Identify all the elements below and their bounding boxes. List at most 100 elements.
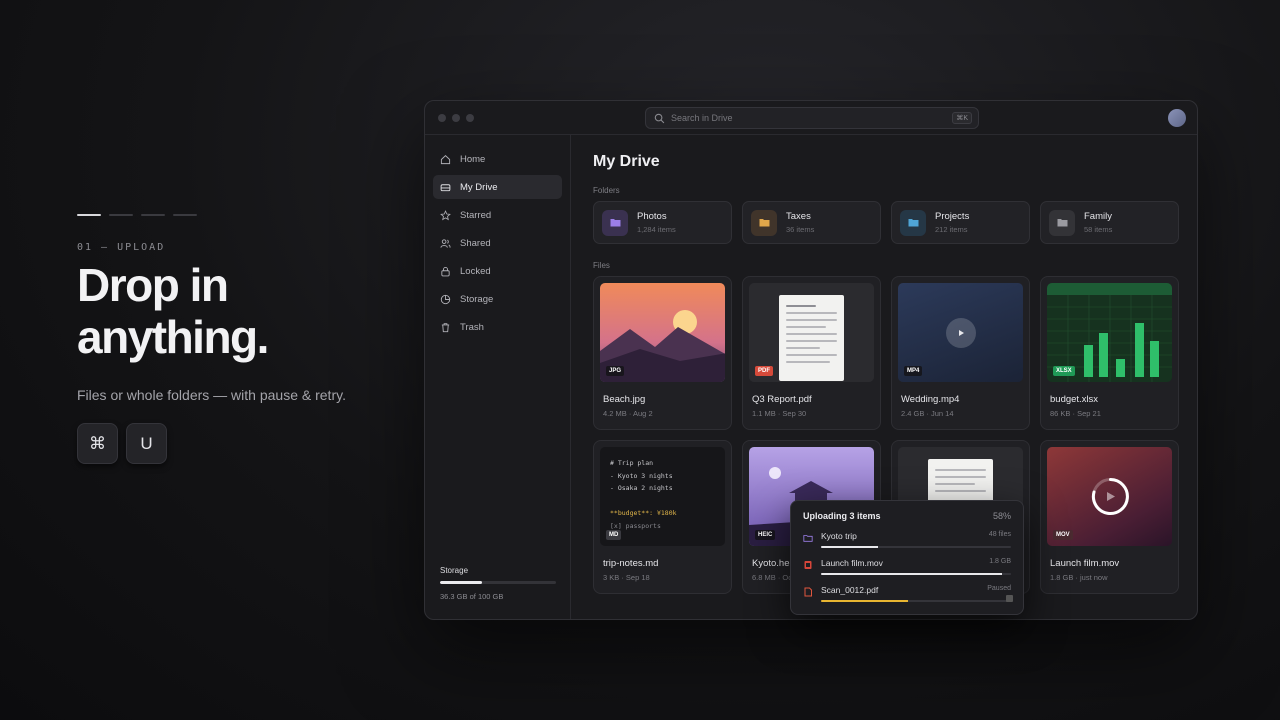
file-name: budget.xlsx [1050, 394, 1099, 405]
upload-percent: 58% [992, 511, 1011, 521]
file-card-trip-notes[interactable]: # Trip plan - Kyoto 3 nights - Osaka 2 n… [593, 440, 732, 594]
file-thumbnail: MOV [1047, 447, 1172, 546]
command-key: ⌘ [77, 423, 118, 464]
upload-item-launch-film[interactable]: Launch film.mov 1.8 GB [803, 558, 1011, 575]
file-card-budget[interactable]: XLSX budget.xlsx 86 KB · Sep 21 [1040, 276, 1179, 430]
folder-card-taxes[interactable]: Taxes 36 items [742, 201, 881, 244]
file-name: Q3 Report.pdf [752, 394, 812, 405]
upload-item-scan[interactable]: Scan_0012.pdf Paused [803, 585, 1011, 602]
folder-meta: 1,284 items [637, 225, 676, 234]
minimize-window-button[interactable] [452, 114, 460, 122]
upload-item-name: Launch film.mov [821, 558, 883, 568]
storage-meter[interactable]: Storage 36.3 GB of 100 GB [440, 566, 556, 601]
file-meta: 4.2 MB · Aug 2 [603, 409, 653, 418]
maximize-window-button[interactable] [466, 114, 474, 122]
upload-progress-bar [821, 573, 1011, 575]
film-icon [804, 561, 812, 569]
folder-icon [803, 535, 813, 542]
folder-card-projects[interactable]: Projects 212 items [891, 201, 1030, 244]
file-type-badge: JPG [606, 366, 625, 376]
file-meta: 2.4 GB · Jun 14 [901, 409, 954, 418]
file-thumbnail: PDF [749, 283, 874, 382]
file-card-wedding[interactable]: MP4 Wedding.mp4 2.4 GB · Jun 14 [891, 276, 1030, 430]
markdown-preview: # Trip plan - Kyoto 3 nights - Osaka 2 n… [600, 447, 725, 542]
search-bar[interactable]: ⌘K [645, 107, 979, 129]
file-thumbnail: MP4 [898, 283, 1023, 382]
sidebar-item-storage[interactable]: Storage [433, 287, 562, 311]
sidebar-item-home[interactable]: Home [433, 147, 562, 171]
file-thumbnail: JPG [600, 283, 725, 382]
upload-progress-fill [821, 546, 878, 548]
search-icon [654, 113, 665, 123]
file-card-launch-film[interactable]: MOV Launch film.mov 1.8 GB · just now [1040, 440, 1179, 594]
play-icon[interactable] [946, 318, 976, 348]
storage-title: Storage [440, 566, 469, 575]
search-input[interactable] [671, 113, 953, 123]
folder-name: Projects [935, 211, 970, 222]
upload-item-kyoto-trip[interactable]: Kyoto trip 48 files [803, 531, 1011, 548]
folder-meta: 58 items [1084, 225, 1113, 234]
sidebar-item-label: Starred [460, 209, 492, 221]
page-title: My Drive [593, 153, 660, 170]
code-line: # Trip plan [610, 459, 654, 467]
search-shortcut: ⌘K [952, 112, 972, 124]
file-type-badge: MP4 [904, 366, 923, 376]
folder-card-photos[interactable]: Photos 1,284 items [593, 201, 732, 244]
folder-icon-wrap [751, 209, 777, 236]
folder-card-family[interactable]: Family 58 items [1040, 201, 1179, 244]
upload-progress-fill [821, 600, 909, 602]
file-type-badge: MD [606, 530, 622, 540]
file-card-beach[interactable]: JPG Beach.jpg 4.2 MB · Aug 2 [593, 276, 732, 430]
step-4[interactable] [173, 214, 197, 216]
storage-text: 36.3 GB of 100 GB [440, 592, 504, 601]
sidebar-item-label: Home [460, 153, 486, 165]
folder-icon [1057, 219, 1067, 227]
headline-line-1: Drop in [77, 259, 229, 311]
folder-icon-wrap [1049, 209, 1075, 236]
titlebar: ⌘K [425, 101, 1197, 135]
drive-icon [440, 183, 451, 191]
upload-item-name: Scan_0012.pdf [821, 585, 879, 595]
sidebar-item-trash[interactable]: Trash [433, 315, 562, 339]
sidebar-item-my-drive[interactable]: My Drive [433, 175, 562, 199]
file-name: Launch film.mov [1050, 558, 1120, 569]
stop-upload-button[interactable] [1006, 595, 1013, 602]
sidebar-item-label: Shared [460, 237, 491, 249]
file-card-q3-report[interactable]: PDF Q3 Report.pdf 1.1 MB · Sep 30 [742, 276, 881, 430]
step-1[interactable] [77, 214, 101, 216]
avatar[interactable] [1168, 109, 1186, 127]
upload-title: Uploading 3 items [803, 511, 881, 521]
folder-name: Taxes [786, 211, 811, 222]
window-controls [438, 114, 474, 122]
file-meta: 1.1 MB · Sep 30 [752, 409, 807, 418]
upload-progress-panel[interactable]: Uploading 3 items 58% Kyoto trip 48 file… [790, 500, 1024, 615]
upload-progress-bar [821, 600, 1011, 602]
folders-grid: Photos 1,284 items Taxes 36 items Projects 21… [593, 201, 1179, 244]
file-type-badge: XLSX [1053, 366, 1075, 376]
subline: Files or whole folders — with pause & re… [77, 387, 346, 403]
close-window-button[interactable] [438, 114, 446, 122]
upload-progress-fill [821, 573, 1002, 575]
file-type-badge: HEIC [755, 530, 776, 540]
file-thumbnail: # Trip plan - Kyoto 3 nights - Osaka 2 n… [600, 447, 725, 546]
file-meta: 3 KB · Sep 18 [603, 573, 650, 582]
folder-name: Family [1084, 211, 1112, 222]
step-3[interactable] [141, 214, 165, 216]
users-icon [440, 238, 451, 248]
files-heading: Files [593, 261, 610, 270]
sidebar-item-starred[interactable]: Starred [433, 203, 562, 227]
step-2[interactable] [109, 214, 133, 216]
pie-chart-icon [440, 294, 451, 304]
sidebar-item-shared[interactable]: Shared [433, 231, 562, 255]
folders-heading: Folders [593, 186, 620, 195]
sidebar-item-label: My Drive [460, 181, 498, 193]
folder-meta: 36 items [786, 225, 815, 234]
sidebar-item-locked[interactable]: Locked [433, 259, 562, 283]
code-line: - Osaka 2 nights [610, 484, 673, 492]
folder-icon [610, 219, 620, 227]
folder-icon [908, 219, 918, 227]
code-line: - Kyoto 3 nights [610, 471, 673, 480]
sidebar: Home My Drive Starred Shared Locked Stor… [425, 135, 571, 619]
upload-item-status: 1.8 GB [989, 558, 1011, 565]
